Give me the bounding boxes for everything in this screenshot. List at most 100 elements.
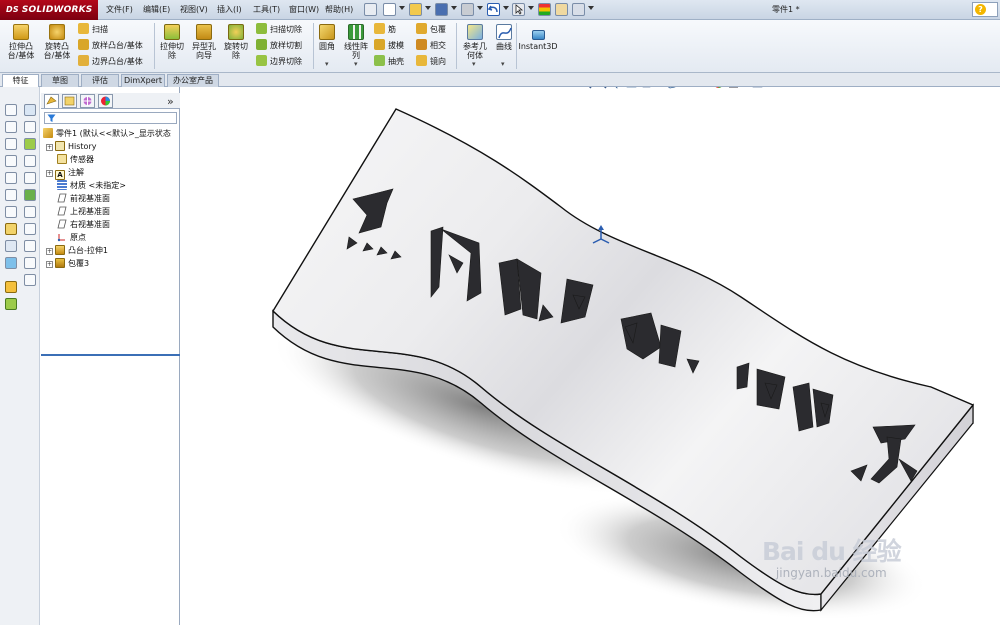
- open-folder-icon[interactable]: [409, 3, 422, 16]
- view-settings-icon[interactable]: [752, 87, 763, 89]
- tree-item-material[interactable]: 材质 <未指定>: [57, 179, 126, 192]
- chevron-down-icon[interactable]: [503, 6, 509, 10]
- intersect-button[interactable]: 相交: [416, 39, 446, 52]
- feature-tree-tab-icon[interactable]: [44, 94, 59, 108]
- curves-button[interactable]: 曲线: [493, 24, 515, 51]
- sweep-cut-button[interactable]: 扫描切除: [256, 23, 302, 36]
- rebuild-traffic-light-icon[interactable]: [538, 3, 551, 16]
- shell-button[interactable]: 抽壳: [374, 55, 404, 68]
- wrap-button[interactable]: 包覆: [416, 23, 446, 36]
- new-document-icon[interactable]: [383, 3, 396, 16]
- dynamic-annotation-icon[interactable]: [641, 87, 652, 89]
- configuration-manager-tab-icon[interactable]: [80, 94, 95, 108]
- apply-scene-icon[interactable]: [728, 87, 739, 89]
- expand-panel-chevron-icon[interactable]: »: [167, 95, 174, 108]
- sketch-tool-icon[interactable]: [5, 121, 17, 133]
- solidworks-logo[interactable]: DS SOLIDWORKS: [0, 0, 98, 20]
- sketch-tool-icon[interactable]: [24, 206, 36, 218]
- table-icon[interactable]: [24, 104, 36, 116]
- tree-item-top-plane[interactable]: 上视基准面: [57, 205, 110, 218]
- sweep-button[interactable]: 扫描: [78, 23, 108, 36]
- sketch-tool-icon[interactable]: [24, 121, 36, 133]
- relation-icon[interactable]: [5, 240, 17, 252]
- tab-evaluate[interactable]: 评估: [81, 74, 119, 87]
- file-properties-icon[interactable]: [555, 3, 568, 16]
- reference-geometry-button[interactable]: 参考几 何体: [459, 24, 491, 60]
- sketch-tool-icon[interactable]: [24, 172, 36, 184]
- chevron-down-icon[interactable]: [399, 6, 405, 10]
- fillet-dropdown-icon[interactable]: ▾: [325, 60, 329, 68]
- menu-insert[interactable]: 插入(I): [217, 4, 242, 15]
- print-icon[interactable]: [461, 3, 474, 16]
- reference-dropdown-icon[interactable]: ▾: [472, 60, 476, 68]
- chevron-down-icon[interactable]: [425, 6, 431, 10]
- expand-toggle-icon[interactable]: +: [46, 248, 53, 255]
- mirror-button[interactable]: 镜向: [416, 55, 446, 68]
- menu-help[interactable]: 帮助(H): [325, 4, 353, 15]
- boundary-boss-button[interactable]: 边界凸台/基体: [78, 55, 143, 68]
- undo-icon[interactable]: [487, 3, 500, 16]
- zoom-to-area-icon[interactable]: [596, 87, 607, 89]
- feature-icon[interactable]: [24, 189, 36, 201]
- tab-dimxpert[interactable]: DimXpert: [121, 74, 165, 87]
- options-icon[interactable]: [572, 3, 585, 16]
- fillet-button[interactable]: 圆角: [315, 24, 339, 51]
- revolve-boss-button[interactable]: 旋转凸 台/基体: [40, 24, 74, 60]
- sketch-tool-icon[interactable]: [5, 172, 17, 184]
- expand-toggle-icon[interactable]: +: [46, 170, 53, 177]
- loft-cut-button[interactable]: 放样切割: [256, 39, 302, 52]
- feature-icon[interactable]: [5, 281, 17, 293]
- tree-filter-input[interactable]: [44, 112, 177, 124]
- chevron-down-icon[interactable]: [528, 6, 534, 10]
- edit-appearance-icon[interactable]: [713, 87, 724, 89]
- expand-toggle-icon[interactable]: +: [46, 261, 53, 268]
- repair-sketch-icon[interactable]: [5, 257, 17, 269]
- menu-edit[interactable]: 编辑(E): [143, 4, 170, 15]
- zoom-to-fit-icon[interactable]: [581, 87, 592, 89]
- chevron-down-icon[interactable]: [477, 6, 483, 10]
- tree-item-sensors[interactable]: 传感器: [57, 153, 94, 166]
- sketch-tool-icon[interactable]: [5, 155, 17, 167]
- property-manager-tab-icon[interactable]: [62, 94, 77, 108]
- display-manager-tab-icon[interactable]: [98, 94, 113, 108]
- extrude-boss-button[interactable]: 拉伸凸 台/基体: [4, 24, 38, 60]
- linear-pattern-button[interactable]: 线性阵 列: [341, 24, 371, 60]
- tree-item-wrap3[interactable]: + 包覆3: [46, 257, 89, 270]
- smart-dimension-icon[interactable]: [5, 223, 17, 235]
- menu-view[interactable]: 视图(V): [180, 4, 208, 15]
- display-style-icon[interactable]: [689, 87, 700, 89]
- tree-item-history[interactable]: + History: [46, 140, 96, 153]
- curves-dropdown-icon[interactable]: ▾: [501, 60, 505, 68]
- menu-file[interactable]: 文件(F): [106, 4, 133, 15]
- rib-button[interactable]: 筋: [374, 23, 396, 36]
- help-search-box[interactable]: ?: [972, 2, 998, 17]
- expand-toggle-icon[interactable]: +: [46, 144, 53, 151]
- loft-boss-button[interactable]: 放样凸台/基体: [78, 39, 143, 52]
- tab-sketch[interactable]: 草图: [41, 74, 79, 87]
- instant3d-button[interactable]: Instant3D: [518, 30, 558, 51]
- menu-window[interactable]: 窗口(W): [289, 4, 319, 15]
- sketch-tool-icon[interactable]: [24, 223, 36, 235]
- tree-item-front-plane[interactable]: 前视基准面: [57, 192, 110, 205]
- tree-item-origin[interactable]: 原点: [57, 231, 86, 244]
- draft-button[interactable]: 拔模: [374, 39, 404, 52]
- hole-wizard-button[interactable]: 异型孔 向导: [189, 24, 219, 60]
- chevron-down-icon[interactable]: [451, 6, 457, 10]
- feature-icon[interactable]: [24, 138, 36, 150]
- select-pointer-icon[interactable]: [512, 3, 525, 16]
- pin-icon[interactable]: [364, 3, 377, 16]
- tab-features[interactable]: 特征: [2, 74, 39, 87]
- boundary-cut-button[interactable]: 边界切除: [256, 55, 302, 68]
- pattern-dropdown-icon[interactable]: ▾: [354, 60, 358, 68]
- save-icon[interactable]: [435, 3, 448, 16]
- previous-view-icon[interactable]: [611, 87, 622, 89]
- tree-root-part[interactable]: 零件1 (默认<<默认>_显示状态: [43, 127, 171, 140]
- tree-item-boss-extrude1[interactable]: + 凸台-拉伸1: [46, 244, 108, 257]
- tree-item-right-plane[interactable]: 右视基准面: [57, 218, 110, 231]
- sketch-tool-icon[interactable]: [24, 240, 36, 252]
- sketch-tool-icon[interactable]: [24, 274, 36, 286]
- sketch-tool-icon[interactable]: [5, 138, 17, 150]
- feature-icon[interactable]: [5, 298, 17, 310]
- graphics-area[interactable]: Bai du 经验 jingyan.baidu.com: [181, 87, 1000, 625]
- sketch-tool-icon[interactable]: [24, 155, 36, 167]
